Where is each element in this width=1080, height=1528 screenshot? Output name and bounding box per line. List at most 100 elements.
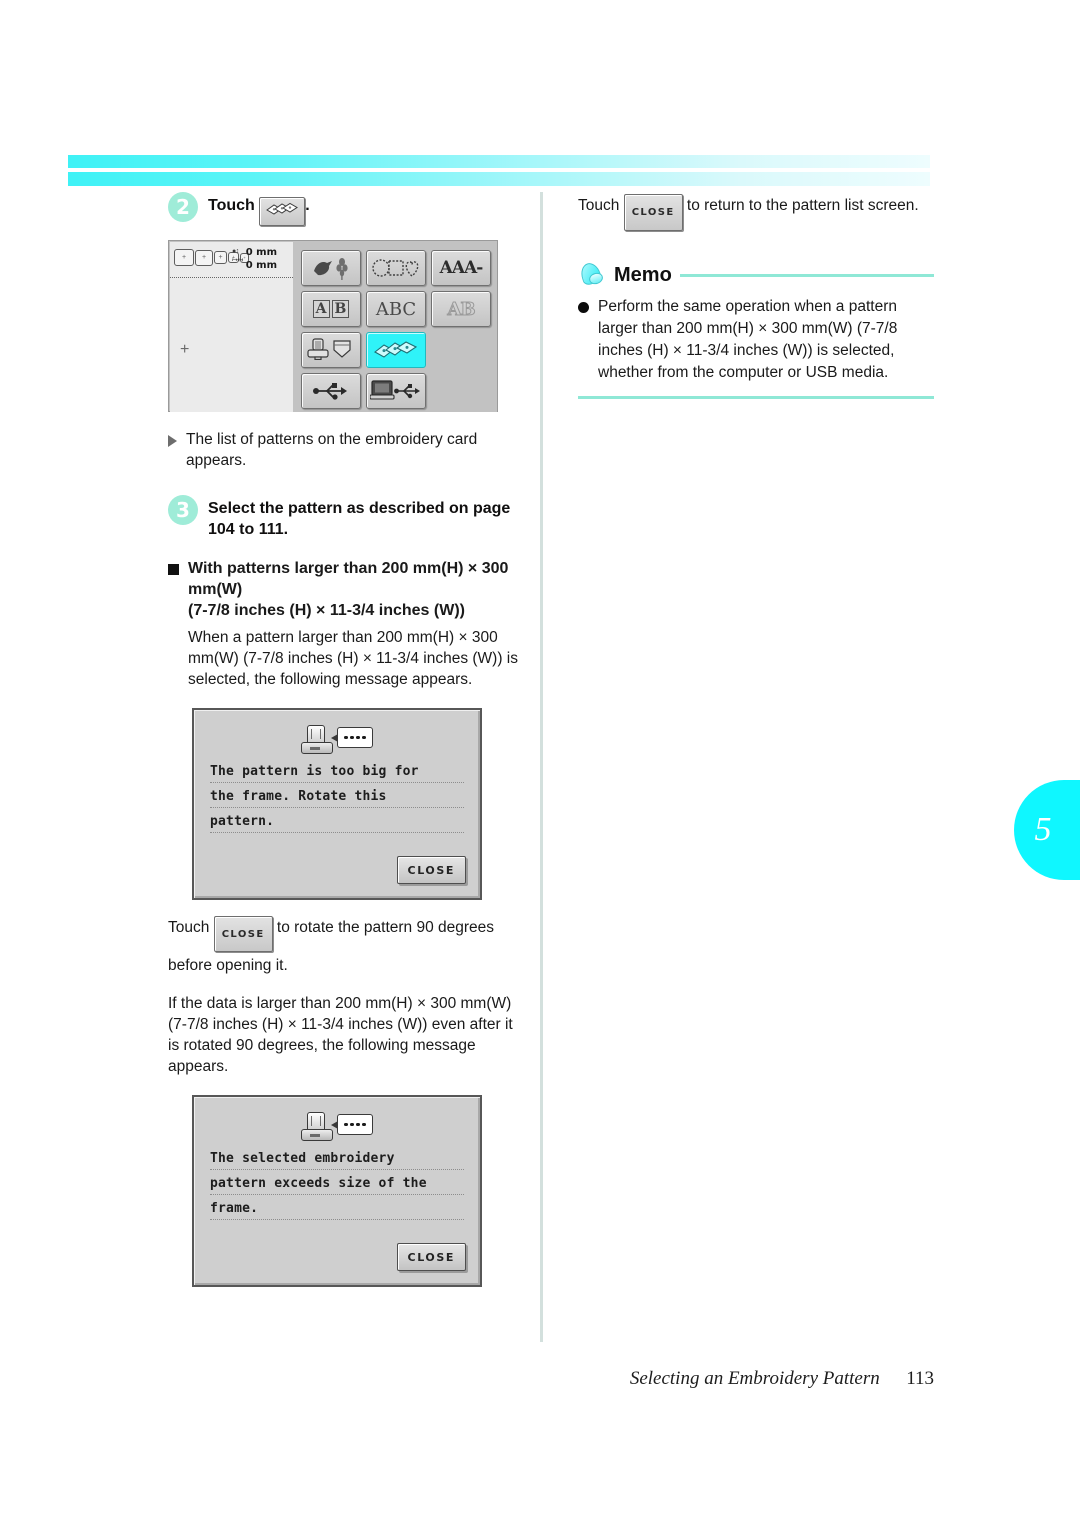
- close-key-chip[interactable]: CLOSE: [623, 194, 683, 231]
- bubble-dot: [350, 735, 354, 740]
- bubble-dot: [344, 735, 348, 740]
- embroidery-cards-glyph: [266, 202, 299, 215]
- key-placeholder-empty: [431, 332, 491, 368]
- square-bullet-icon: [168, 564, 179, 575]
- horizontal-size-icon: ↦↤: [232, 257, 243, 264]
- bubble-dot: [350, 1122, 354, 1127]
- step-2-text: Touch .: [208, 192, 310, 226]
- lcd-center-mark: +: [180, 341, 190, 358]
- dialog-close-button[interactable]: CLOSE: [396, 1243, 466, 1271]
- dialog-message: The selected embroidery pattern exceeds …: [194, 1144, 480, 1220]
- dialog-message-line: the frame. Rotate this: [210, 788, 464, 808]
- dialog-exceeds-size: The selected embroidery pattern exceeds …: [192, 1095, 520, 1287]
- key-computer[interactable]: [366, 373, 426, 409]
- dialog-exceeds-size-box: The selected embroidery pattern exceeds …: [192, 1095, 482, 1287]
- footer-page-number: 113: [906, 1368, 934, 1389]
- column-divider: [540, 192, 543, 1342]
- section-heading: With patterns larger than 200 mm(H) × 30…: [168, 558, 520, 621]
- size-value-horizontal: 0 mm: [245, 260, 278, 271]
- key-machine-utility-patterns[interactable]: [301, 332, 361, 368]
- result-note-text: The list of patterns on the embroidery c…: [186, 431, 478, 469]
- rotate-note-before: Touch: [168, 919, 210, 936]
- size-readout: ●↕ ↦↤ 0 mm 0 mm: [232, 246, 277, 272]
- memo-rule-top: [679, 273, 934, 277]
- key-geometric-shapes[interactable]: [366, 250, 426, 286]
- memo-block: Memo Perform the same operation when a p…: [578, 260, 934, 399]
- machine-foot: [310, 747, 321, 750]
- key-outline-alphabet-label: AB: [447, 298, 476, 320]
- chapter-tab: 5: [1014, 780, 1080, 880]
- size-values: 0 mm 0 mm: [246, 246, 277, 272]
- key-framed-alphabet-label: AB: [312, 300, 350, 318]
- oversize-note: If the data is larger than 200 mm(H) × 3…: [168, 995, 513, 1075]
- dialog-too-big-box: The pattern is too big for the frame. Ro…: [192, 708, 482, 900]
- framed-letter-b: B: [331, 300, 350, 318]
- vertical-size-icon: ●↕: [232, 248, 239, 255]
- hoop-small-icon: +: [214, 251, 227, 264]
- key-embroidery-cards[interactable]: [366, 332, 426, 368]
- dialog-message-line: The selected embroidery: [210, 1150, 464, 1170]
- key-animal-floral-patterns[interactable]: [301, 250, 361, 286]
- embroidery-cards-icon[interactable]: [259, 197, 306, 226]
- embroidery-cards-icon: [374, 341, 418, 358]
- step-3-text: Select the pattern as described on page …: [208, 500, 511, 538]
- header-rule-top: [68, 155, 930, 168]
- framed-letter-a: A: [312, 300, 330, 318]
- result-note: The list of patterns on the embroidery c…: [168, 429, 520, 471]
- memo-item-text: Perform the same operation when a patter…: [598, 298, 898, 381]
- close-key-chip[interactable]: CLOSE: [213, 916, 273, 952]
- memo-bullet-icon: [578, 302, 589, 313]
- return-note-before: Touch: [578, 197, 620, 214]
- key-framed-alphabet[interactable]: AB: [301, 291, 361, 327]
- dialog-icon-row: [194, 710, 480, 757]
- speech-bubble-icon: [331, 727, 373, 748]
- memo-item: Perform the same operation when a patter…: [578, 296, 934, 384]
- header-rule-bottom: [68, 172, 930, 186]
- bubble-dot: [362, 735, 366, 740]
- key-alphabet-fonts[interactable]: AAA-: [431, 250, 491, 286]
- chapter-tab-number: 5: [1034, 811, 1052, 848]
- dialog-message-line: frame.: [210, 1200, 464, 1220]
- lcd-status-bar: + + + + + ●↕ ↦↤ 0 mm 0 mm: [170, 242, 293, 278]
- step-3: 3 Select the pattern as described on pag…: [168, 495, 520, 540]
- sewing-machine-message-icon: [301, 723, 335, 757]
- page-footer: Selecting an Embroidery Pattern 113: [0, 1368, 1080, 1390]
- dialog-message: The pattern is too big for the frame. Ro…: [194, 757, 480, 833]
- bubble-dot: [362, 1122, 366, 1127]
- step-2: 2 Touch .: [168, 192, 520, 226]
- speech-bubble-icon: [331, 1114, 373, 1135]
- section-body-text: When a pattern larger than 200 mm(H) × 3…: [188, 629, 519, 688]
- dialog-icon-row: [194, 1097, 480, 1144]
- bubble-dot: [344, 1122, 348, 1127]
- bell-icon: [578, 260, 606, 289]
- lcd-screen: + + + + + ●↕ ↦↤ 0 mm 0 mm + AAA- A B ABC…: [168, 240, 498, 412]
- key-abc-font[interactable]: ABC: [366, 291, 426, 327]
- size-value-vertical: 0 mm: [245, 247, 278, 258]
- dialog-too-big: The pattern is too big for the frame. Ro…: [192, 708, 520, 900]
- dialog-message-line: pattern exceeds size of the: [210, 1175, 464, 1195]
- sewing-machine-message-icon: [301, 1110, 335, 1144]
- lcd-key-grid: AAA- AB ABC AB: [301, 250, 491, 409]
- computer-usb-icon: [370, 380, 420, 400]
- return-note-after: to return to the pattern list screen.: [686, 197, 919, 214]
- key-alphabet-fonts-label: AAA-: [439, 258, 484, 278]
- key-usb-media[interactable]: [301, 373, 361, 409]
- dialog-message-line: The pattern is too big for: [210, 763, 464, 783]
- bubble-dot: [356, 1122, 360, 1127]
- section-heading-line-1: With patterns larger than 200 mm(H) × 30…: [188, 560, 509, 598]
- hoop-large-icon: +: [174, 249, 194, 266]
- bubble-dot: [356, 735, 360, 740]
- key-outline-alphabet[interactable]: AB: [431, 291, 491, 327]
- dialog-close-button[interactable]: CLOSE: [396, 856, 466, 884]
- machine-foot: [310, 1134, 321, 1137]
- key-abc-font-label: ABC: [375, 298, 417, 320]
- machine-pocket-icon: [307, 338, 351, 361]
- footer-section-title: Selecting an Embroidery Pattern: [629, 1368, 880, 1389]
- step-2-label: Touch: [208, 197, 255, 214]
- triangle-bullet-icon: [168, 435, 177, 447]
- rotate-note: Touch CLOSE to rotate the pattern 90 deg…: [168, 914, 520, 979]
- left-column: 2 Touch . + + + + + ●↕ ↦↤ 0 mm 0 mm + AA…: [168, 192, 520, 1287]
- dialog-message-line: pattern.: [210, 813, 464, 833]
- memo-rule-bottom: [578, 396, 934, 399]
- lcd-key-pane: AAA- AB ABC AB: [293, 242, 497, 412]
